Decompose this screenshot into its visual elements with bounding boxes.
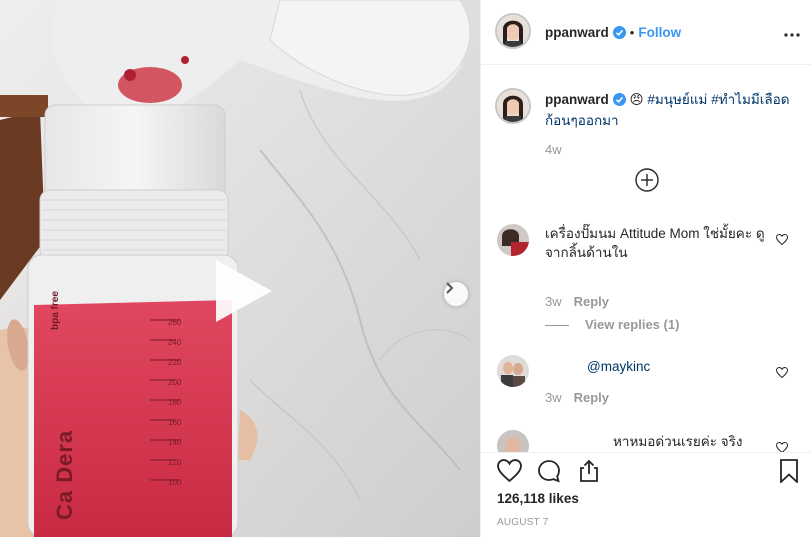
post-date[interactable]: AUGUST 7	[497, 517, 548, 528]
header-author-line: ppanward • Follow	[545, 24, 681, 44]
caption-text: ppanward 😠 #มนุษย์แม่ #ทำไมมีเลือดก้อนๆอ…	[545, 90, 795, 130]
share-button[interactable]	[577, 459, 601, 488]
verified-badge-icon	[612, 26, 626, 44]
bottle-mark: 220	[168, 358, 182, 367]
comment-item: หาหมอด่วนเรยค่ะ จริง	[481, 428, 811, 452]
caption-emoji: 😠	[629, 92, 644, 107]
like-comment-button[interactable]	[775, 232, 789, 250]
chevron-right-icon	[446, 282, 454, 294]
comment-meta: 3w Reply	[545, 390, 609, 405]
author-username[interactable]: ppanward	[545, 25, 609, 40]
share-icon	[580, 459, 598, 482]
avatar-image	[497, 15, 529, 47]
replies-divider	[545, 325, 569, 327]
bottle-brand: Ca Dera	[52, 429, 77, 520]
bottle-mark: 200	[168, 378, 182, 387]
bottle-mark: 160	[168, 418, 182, 427]
bottle-mark: 120	[168, 458, 182, 467]
like-comment-button[interactable]	[775, 365, 789, 383]
play-video-button[interactable]	[206, 256, 276, 326]
comment-text: เครื่องปั๊มนม Attitude Mom ใช่มั้ยคะ ดูจ…	[545, 226, 765, 260]
plus-circle-icon	[635, 168, 659, 192]
play-icon	[216, 260, 272, 322]
caption-hashtag[interactable]: #มนุษย์แม่	[647, 92, 707, 107]
view-replies-button[interactable]: View replies (1)	[545, 317, 679, 332]
like-comment-button[interactable]	[775, 440, 789, 452]
heart-icon	[775, 233, 789, 246]
likes-count[interactable]: 126,118 likes	[497, 491, 579, 506]
verified-badge-icon	[612, 92, 626, 111]
heart-icon	[775, 441, 789, 452]
post-header: ppanward • Follow	[481, 0, 811, 65]
reply-button[interactable]: Reply	[574, 390, 609, 405]
comment-button[interactable]	[537, 459, 561, 488]
comment-text: @maykinc	[545, 357, 767, 376]
avatar-image	[497, 224, 529, 256]
separator-dot: •	[629, 25, 635, 40]
save-button[interactable]	[779, 459, 799, 488]
comment-mention[interactable]: @maykinc	[587, 359, 650, 374]
avatar-image	[497, 430, 529, 452]
heart-icon	[497, 459, 522, 483]
bottle-mark: 100	[168, 478, 182, 487]
load-more-comments-button[interactable]	[634, 167, 660, 193]
like-button[interactable]	[497, 459, 522, 487]
post-actions: 126,118 likes AUGUST 7	[481, 452, 811, 537]
commenter-avatar[interactable]	[497, 355, 529, 387]
avatar-image	[497, 355, 529, 387]
post-media[interactable]: 260 240 220 200 180 160 140 120 100 bpa …	[0, 0, 480, 537]
bottle-mark: 240	[168, 338, 182, 347]
caption-username[interactable]: ppanward	[545, 92, 609, 107]
next-media-button[interactable]	[444, 282, 468, 306]
avatar-image	[497, 90, 529, 122]
more-options-button[interactable]	[784, 24, 800, 42]
comment-meta: 3w Reply	[545, 294, 609, 309]
ellipsis-icon	[784, 33, 800, 37]
bottle-marks: 260 240 220 200 180 160 140 120 100	[168, 313, 181, 493]
comment-time[interactable]: 3w	[545, 294, 562, 309]
reply-button[interactable]: Reply	[574, 294, 609, 309]
post-sidebar: ppanward • Follow ppanward 😠 #มนุษย์แม่ #ท…	[480, 0, 811, 537]
commenter-avatar[interactable]	[497, 224, 529, 256]
view-replies-label: View replies (1)	[585, 317, 680, 332]
bookmark-icon	[780, 459, 798, 485]
bottle-mark: 180	[168, 398, 182, 407]
follow-button[interactable]: Follow	[638, 25, 681, 40]
heart-icon	[775, 366, 789, 379]
comment-bubble-icon	[538, 460, 560, 483]
author-avatar[interactable]	[495, 13, 531, 49]
caption-time[interactable]: 4w	[545, 142, 562, 157]
commenter-avatar[interactable]	[497, 430, 529, 452]
comment-time[interactable]: 3w	[545, 390, 562, 405]
comment-text: หาหมอด่วนเรยค่ะ จริง	[613, 434, 743, 449]
bottle-mark: 260	[168, 318, 182, 327]
bottle-label: bpa free	[50, 291, 61, 330]
caption-avatar[interactable]	[495, 88, 531, 124]
bottle-mark: 140	[168, 438, 182, 447]
